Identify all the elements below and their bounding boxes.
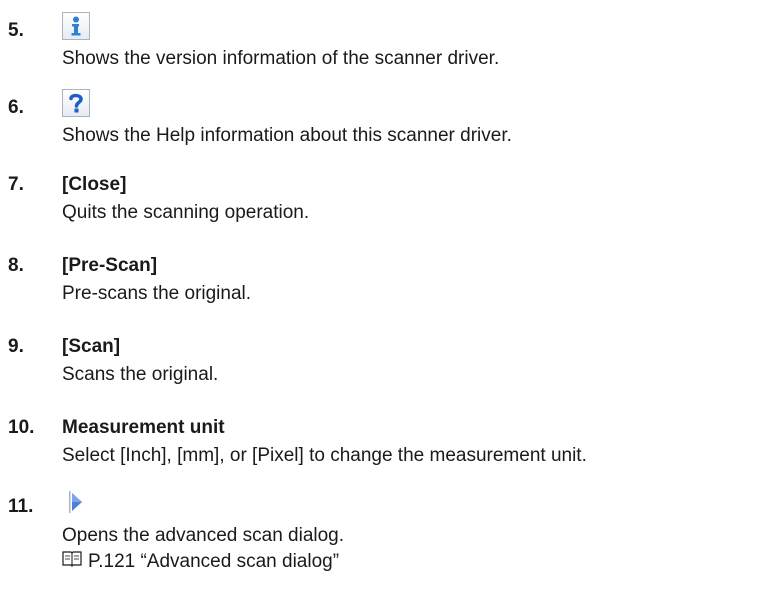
item-heading: [Pre-Scan]: [62, 255, 158, 276]
item-heading: [Close]: [62, 174, 127, 195]
item-number: 8.: [8, 255, 24, 276]
book-icon: [62, 550, 82, 573]
item-number: 7.: [8, 174, 24, 195]
help-icon: [62, 89, 90, 117]
item-description: Shows the Help information about this sc…: [62, 125, 512, 146]
item-description: Quits the scanning operation.: [62, 202, 310, 223]
item-description: Select [Inch], [mm], or [Pixel] to chang…: [62, 445, 587, 466]
item-number: 10.: [8, 417, 35, 438]
item-description: Scans the original.: [62, 364, 219, 385]
expand-arrow-icon: [62, 488, 88, 516]
item-number: 9.: [8, 336, 24, 357]
reference-text: P.121 “Advanced scan dialog”: [88, 550, 340, 572]
item-number: 11.: [8, 496, 34, 517]
item-heading: Measurement unit: [62, 417, 225, 438]
cross-reference-link[interactable]: P.121 “Advanced scan dialog”: [62, 550, 339, 573]
info-icon: [62, 12, 90, 40]
item-heading: [Scan]: [62, 336, 121, 357]
item-description: Pre-scans the original.: [62, 283, 252, 304]
item-number: 5.: [8, 20, 24, 41]
item-description: Opens the advanced scan dialog.: [62, 525, 345, 546]
item-description: Shows the version information of the sca…: [62, 48, 500, 69]
item-number: 6.: [8, 97, 24, 118]
